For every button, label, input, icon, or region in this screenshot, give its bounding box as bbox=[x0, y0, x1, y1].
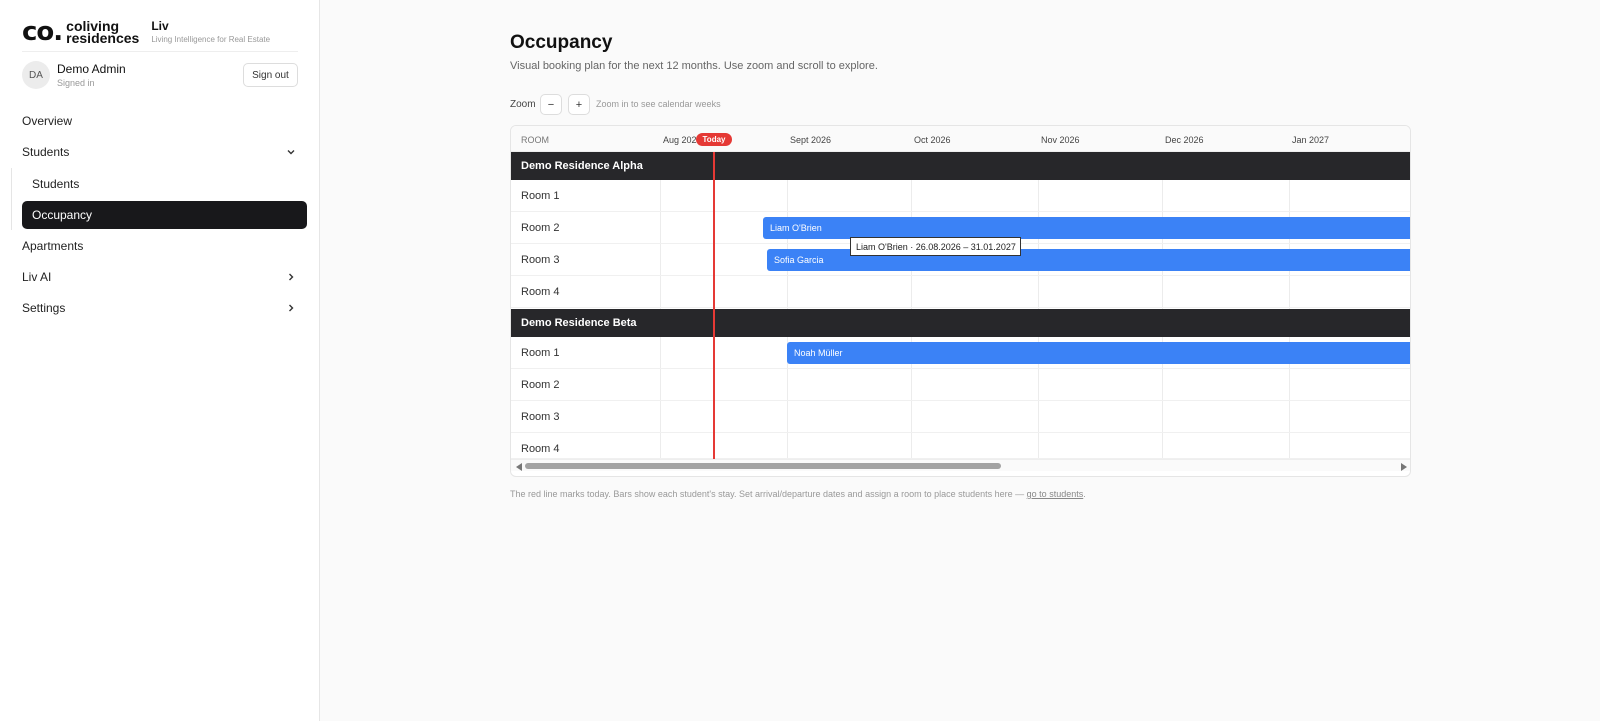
room-row: Room 2 bbox=[511, 369, 1410, 401]
scroll-left-arrow-icon[interactable] bbox=[516, 463, 522, 471]
residence-header: Demo Residence Beta bbox=[511, 309, 1410, 337]
residence-header: Demo Residence Alpha bbox=[511, 152, 1410, 180]
room-row: Room 4 bbox=[511, 433, 1410, 459]
room-label: Room 3 bbox=[521, 254, 560, 266]
submenu-rail bbox=[11, 168, 12, 230]
logo-mark: co. bbox=[22, 16, 63, 47]
chevron-right-icon bbox=[289, 273, 294, 281]
booking-bar[interactable]: Liam O'Brien bbox=[763, 217, 1410, 239]
zoom-in-button[interactable]: + bbox=[568, 94, 590, 115]
brand-header: co. coliving residences Liv Living Intel… bbox=[22, 12, 298, 52]
nav-item-liv-ai[interactable]: Liv AI bbox=[22, 263, 307, 291]
room-label: Room 1 bbox=[521, 190, 560, 202]
booking-student-name: Noah Müller bbox=[794, 348, 843, 358]
chevron-right-icon bbox=[289, 304, 294, 312]
nav-item-settings[interactable]: Settings bbox=[22, 294, 307, 322]
month-label: Nov 2026 bbox=[1041, 135, 1080, 145]
page-title: Occupancy bbox=[510, 32, 613, 53]
room-label: Room 4 bbox=[521, 443, 560, 455]
booking-bar[interactable]: Noah Müller bbox=[787, 342, 1410, 364]
zoom-hint: Zoom in to see calendar weeks bbox=[596, 99, 721, 109]
month-label: Sept 2026 bbox=[790, 135, 832, 145]
logo-wordmark: coliving residences bbox=[66, 19, 140, 46]
sign-out-button[interactable]: Sign out bbox=[243, 63, 298, 87]
room-label: Room 2 bbox=[521, 222, 560, 234]
scrollbar-thumb[interactable] bbox=[525, 463, 1001, 469]
nav-item-students[interactable]: Students bbox=[22, 138, 307, 166]
nav-label: Settings bbox=[22, 301, 66, 315]
booking-student-name: Liam O'Brien bbox=[770, 223, 822, 233]
nav-label: Students bbox=[32, 177, 80, 191]
nav-item-apartments[interactable]: Apartments bbox=[22, 232, 307, 260]
user-name: Demo Admin bbox=[57, 62, 126, 76]
chevron-down-icon bbox=[287, 150, 295, 155]
residence-name: Demo Residence Beta bbox=[521, 317, 637, 329]
month-label: Dec 2026 bbox=[1165, 135, 1204, 145]
room-column-header: ROOM bbox=[521, 135, 549, 145]
room-row: Room 1 bbox=[511, 180, 1410, 212]
avatar: DA bbox=[22, 61, 50, 89]
month-label: Jan 2027 bbox=[1292, 135, 1330, 145]
nav-label: Occupancy bbox=[32, 208, 93, 222]
zoom-label: Zoom bbox=[510, 99, 536, 110]
nav-label: Liv AI bbox=[22, 270, 52, 284]
nav-label: Apartments bbox=[22, 239, 84, 253]
room-label: Room 1 bbox=[521, 347, 560, 359]
go-to-students-link[interactable]: go to students bbox=[1027, 489, 1084, 499]
footnote-period: . bbox=[1083, 489, 1086, 499]
nav-label: Overview bbox=[22, 114, 73, 128]
booking-tooltip: Liam O'Brien · 26.08.2026 – 31.01.2027 bbox=[850, 237, 1021, 256]
footnote-text: The red line marks today. Bars show each… bbox=[510, 489, 1025, 499]
app-name: Liv bbox=[151, 19, 169, 33]
scroll-right-arrow-icon[interactable] bbox=[1401, 463, 1407, 471]
room-label: Room 4 bbox=[521, 286, 560, 298]
room-row: Room 4 bbox=[511, 276, 1410, 308]
app-name-block: Liv Living Intelligence for Real Estate bbox=[151, 19, 270, 44]
room-label: Room 3 bbox=[521, 411, 560, 423]
room-label: Room 2 bbox=[521, 379, 560, 391]
room-row: Room 1 Noah Müller bbox=[511, 337, 1410, 369]
residence-name: Demo Residence Alpha bbox=[521, 160, 643, 172]
sidebar: co. coliving residences Liv Living Intel… bbox=[0, 0, 320, 721]
user-panel: DA Demo Admin Signed in Sign out bbox=[22, 60, 298, 90]
logo-line-2: residences bbox=[66, 29, 140, 46]
zoom-out-button[interactable]: − bbox=[540, 94, 562, 115]
booking-student-name: Sofia Garcia bbox=[774, 255, 824, 265]
today-badge: Today bbox=[696, 133, 732, 146]
user-status: Signed in bbox=[57, 78, 95, 88]
today-marker-line bbox=[713, 152, 715, 459]
app-tagline: Living Intelligence for Real Estate bbox=[151, 35, 271, 44]
user-info: Demo Admin Signed in bbox=[57, 62, 126, 88]
nav-subitem-occupancy[interactable]: Occupancy bbox=[22, 201, 307, 229]
footnote: The red line marks today. Bars show each… bbox=[510, 489, 1086, 499]
page-subtitle: Visual booking plan for the next 12 mont… bbox=[510, 60, 878, 72]
nav-label: Students bbox=[22, 145, 70, 159]
month-label: Oct 2026 bbox=[914, 135, 951, 145]
timeline-header: ROOM Aug 2026 Sept 2026 Oct 2026 Nov 202… bbox=[511, 126, 1410, 152]
horizontal-scrollbar[interactable] bbox=[511, 459, 1410, 471]
nav-subitem-students[interactable]: Students bbox=[22, 170, 307, 198]
occupancy-timeline: ROOM Aug 2026 Sept 2026 Oct 2026 Nov 202… bbox=[510, 125, 1411, 477]
nav-item-overview[interactable]: Overview bbox=[22, 107, 307, 135]
room-row: Room 3 bbox=[511, 401, 1410, 433]
